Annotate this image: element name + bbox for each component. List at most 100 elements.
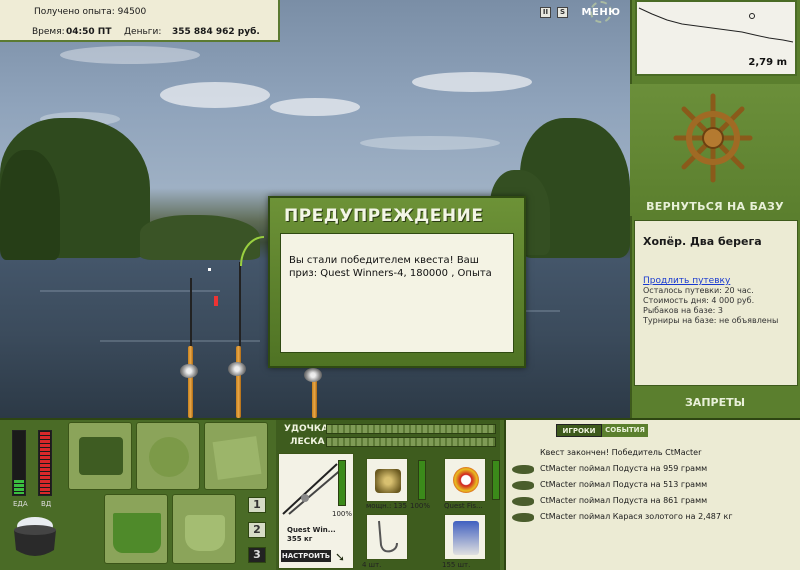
cloud (360, 136, 500, 150)
log-entry: CtMacter поймал Карася золотого на 2,487… (506, 510, 800, 526)
food-basket-icon (113, 513, 161, 553)
log-entry: CtMacter поймал Подуста на 861 грамм (506, 494, 800, 510)
log-entry: CtMacter поймал Подуста на 959 грамм (506, 462, 800, 478)
line-condition-bar (492, 460, 500, 500)
money-value: 355 884 962 руб. (172, 27, 260, 37)
fish-icon (512, 497, 534, 506)
fish-icon (512, 465, 534, 474)
money-label: Деньги: (124, 27, 162, 37)
inventory-slot-food[interactable] (104, 494, 168, 564)
arrow-icon: ➘ (335, 550, 346, 564)
bait-box-icon (453, 521, 479, 555)
rod-2[interactable] (236, 346, 241, 418)
rod-bar-label: УДОЧКА (284, 424, 329, 434)
stats-panel: Получено опыта: 94500 Время: 04:50 ПТ Де… (0, 0, 280, 42)
bait-count: 155 шт. (442, 561, 471, 569)
experience-value: 94500 (117, 7, 147, 17)
pause-button[interactable]: II (540, 7, 551, 18)
line-name: Quest Fis... (444, 502, 483, 510)
float[interactable] (214, 296, 218, 306)
log-entry: CtMacter поймал Подуста на 513 грамм (506, 478, 800, 494)
water-ripple (40, 290, 220, 292)
rod-condition-bar (338, 460, 346, 506)
food-label: ЕДА (13, 500, 28, 508)
menu-label: МЕНЮ (581, 7, 621, 18)
depth-value: 2,79 m (748, 57, 787, 68)
sound-button[interactable]: S (557, 7, 568, 18)
cloud (160, 82, 270, 108)
location-title: Хопёр. Два берега (643, 235, 762, 248)
inventory-slot-net[interactable] (136, 422, 200, 490)
water-ripple (100, 340, 260, 342)
inventory-page-3[interactable]: 3 (248, 547, 266, 563)
line-slot[interactable] (444, 458, 486, 502)
rod-weight: 355 кг (287, 535, 313, 543)
extend-permit-link[interactable]: Продлить путевку (643, 276, 791, 286)
reel-icon (228, 362, 246, 376)
float-marker (208, 268, 211, 271)
water-label: ВД (41, 500, 52, 508)
base-info-panel: Хопёр. Два берега Продлить путевку Остал… (634, 220, 798, 386)
inventory-slot-bag[interactable] (68, 422, 132, 490)
inventory-page-2[interactable]: 2 (248, 522, 266, 538)
line-spool-icon (453, 467, 479, 493)
reel-power: мощн.: 135 (366, 502, 407, 510)
pot-icon[interactable] (8, 510, 62, 562)
reel-icon (304, 368, 322, 382)
log-entry-text: CtMacter поймал Подуста на 513 грамм (540, 480, 708, 489)
return-to-base-button[interactable]: ВЕРНУТЬСЯ НА БАЗУ (632, 200, 798, 213)
menu-button[interactable]: МЕНЮ (578, 1, 624, 23)
water-meter-fill (40, 432, 50, 494)
depth-sonar: 2,79 m (635, 0, 797, 76)
rod-tip (239, 262, 241, 346)
line-bar-label: ЛЕСКА (290, 437, 325, 447)
log-entry-text: CtMacter поймал Подуста на 861 грамм (540, 496, 708, 505)
rod-1[interactable] (188, 346, 193, 418)
fish-icon (512, 513, 534, 522)
time-value: 04:50 ПТ (66, 27, 112, 37)
rod-tension-bar (326, 424, 496, 434)
inventory-slot-bucket[interactable] (172, 494, 236, 564)
inventory-page-1[interactable]: 1 (248, 497, 266, 513)
cloud (270, 98, 360, 116)
dialog-message: Вы стали победителем квеста! Ваш приз: Q… (280, 233, 514, 353)
fish-icon (512, 481, 534, 490)
bait-slot[interactable] (444, 514, 486, 560)
time-label: Время: (32, 27, 65, 37)
rod-name: Quest Win... (287, 526, 336, 534)
experience-label: Получено опыта: (34, 7, 115, 17)
hook-slot[interactable] (366, 514, 408, 560)
tab-players[interactable]: ИГРОКИ (556, 424, 602, 437)
cloud (412, 72, 532, 92)
rod-tip (190, 278, 192, 348)
helm-wheel-icon[interactable] (672, 92, 754, 188)
keepnet-icon (149, 437, 189, 477)
tab-events[interactable]: СОБЫТИЯ (602, 424, 648, 437)
map-icon (212, 436, 262, 480)
trees-left (0, 150, 60, 260)
food-meter (12, 430, 26, 496)
bans-button[interactable]: ЗАПРЕТЫ (632, 396, 798, 409)
log-panel: ИГРОКИ СОБЫТИЯ Квест закончен! Победител… (504, 420, 800, 570)
cloud (60, 46, 200, 64)
water-meter (38, 430, 52, 496)
time-left: Осталось путевки: 20 час. (643, 286, 754, 295)
inventory-slot-map[interactable] (204, 422, 268, 490)
reel-item-icon (375, 469, 401, 493)
dialog-title: ПРЕДУПРЕЖДЕНИЕ (284, 206, 484, 226)
rod-condition: 100% (332, 510, 353, 518)
hooks-count: 4 шт. (362, 561, 382, 569)
log-entry-text: CtMacter поймал Карася золотого на 2,487… (540, 512, 733, 521)
bucket-icon (185, 515, 225, 551)
setup-button[interactable]: НАСТРОИТЬ (281, 550, 331, 562)
reel-condition-bar (418, 460, 426, 500)
day-cost: Стоимость дня: 4 000 руб. (643, 296, 755, 305)
reel-slot[interactable] (366, 458, 408, 502)
tournaments: Турниры на базе: не объявлены (643, 316, 779, 325)
hook-icon (378, 520, 398, 553)
anglers-count: Рыбаков на базе: 3 (643, 306, 723, 315)
tackle-bag-icon (79, 437, 123, 475)
line-tension-bar (326, 437, 496, 447)
log-header: Квест закончен! Победитель CtMacter (540, 448, 702, 457)
food-meter-fill (14, 480, 24, 494)
